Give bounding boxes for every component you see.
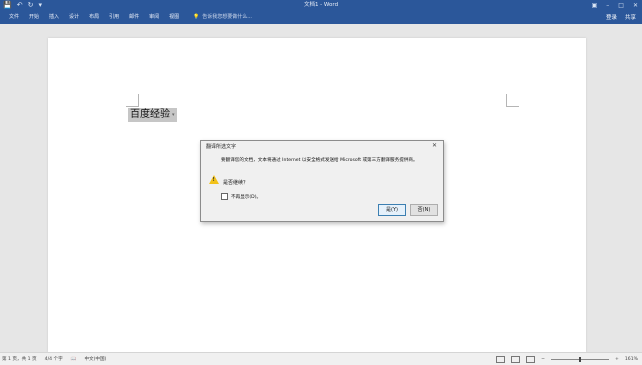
lightbulb-icon: 💡 [193,14,200,20]
read-mode-icon[interactable] [496,355,506,363]
zoom-in-icon[interactable]: + [615,357,619,362]
status-right: − + 161% [496,353,638,365]
word-count[interactable]: 4/4 个字 [45,356,63,362]
page-count[interactable]: 第 1 页，共 1 页 [2,356,37,362]
selected-text[interactable]: 百度经验 ▾ [128,108,177,122]
tab-file[interactable]: 文件 [4,10,24,24]
tab-layout[interactable]: 布局 [84,10,104,24]
tab-mailings[interactable]: 邮件 [124,10,144,24]
minimize-icon[interactable]: – [606,2,609,9]
tell-me-box[interactable]: 💡 告诉我您想要做什么... [193,10,252,24]
checkbox-box[interactable] [221,193,228,200]
zoom-slider-knob[interactable] [579,356,581,362]
account-area: 登录 共享 [606,10,636,24]
tab-home[interactable]: 开始 [24,10,44,24]
status-left: 第 1 页，共 1 页 4/4 个字 📖 中文(中国) [2,353,106,365]
tab-view[interactable]: 视图 [164,10,184,24]
close-icon[interactable]: ✕ [633,2,638,9]
dialog-title: 翻译所选文字 [206,144,237,150]
paste-options-icon[interactable]: ▾ [172,108,175,122]
dialog-message: 要翻译您的文档，文本将通过 Internet 以安全格式发送给 Microsof… [221,158,418,163]
tab-references[interactable]: 引用 [104,10,124,24]
translate-dialog: 翻译所选文字 ✕ 要翻译您的文档，文本将通过 Internet 以安全格式发送给… [200,140,444,222]
tell-me-label: 告诉我您想要做什么... [202,14,253,20]
zoom-level[interactable]: 161% [625,357,638,362]
sign-in-link[interactable]: 登录 [606,13,617,21]
tab-insert[interactable]: 插入 [44,10,64,24]
crop-mark-top-right [506,94,519,107]
crop-mark-top-left [126,94,139,107]
status-bar: 第 1 页，共 1 页 4/4 个字 📖 中文(中国) − + 161% [0,352,642,365]
web-layout-icon[interactable] [526,355,536,363]
selected-text-content: 百度经验 [130,109,170,120]
language-indicator[interactable]: 中文(中国) [84,356,106,362]
restore-ribbon-icon[interactable]: ▣ [592,2,598,9]
dialog-question: 是否继续？ [223,180,249,186]
checkbox-label: 不再显示(D)。 [231,194,262,200]
tab-design[interactable]: 设计 [64,10,84,24]
window-title: 文档1 - Word [303,2,339,8]
zoom-out-icon[interactable]: − [541,357,545,362]
warning-icon: ! [209,175,219,184]
tab-review[interactable]: 审阅 [144,10,164,24]
title-bar: 💾 ↶ ↻ ▾ 文档1 - Word ▣ – □ ✕ [0,0,642,10]
ribbon-tabs-bar: 文件 开始 插入 设计 布局 引用 邮件 审阅 视图 💡 告诉我您想要做什么..… [0,10,642,24]
dont-show-checkbox[interactable]: 不再显示(D)。 [221,193,261,200]
zoom-slider[interactable] [551,356,609,362]
no-button[interactable]: 否(N) [410,204,438,216]
yes-button[interactable]: 是(Y) [378,204,406,216]
ribbon-tabs: 文件 开始 插入 设计 布局 引用 邮件 审阅 视图 [4,10,184,24]
dialog-close-icon[interactable]: ✕ [432,142,437,149]
dialog-body: 要翻译您的文档，文本将通过 Internet 以安全格式发送给 Microsof… [201,153,443,221]
share-button[interactable]: 共享 [625,13,636,21]
window-controls: ▣ – □ ✕ [592,0,638,10]
maximize-icon[interactable]: □ [618,2,624,9]
proofing-icon[interactable]: 📖 [71,357,77,362]
print-layout-icon[interactable] [511,355,521,363]
